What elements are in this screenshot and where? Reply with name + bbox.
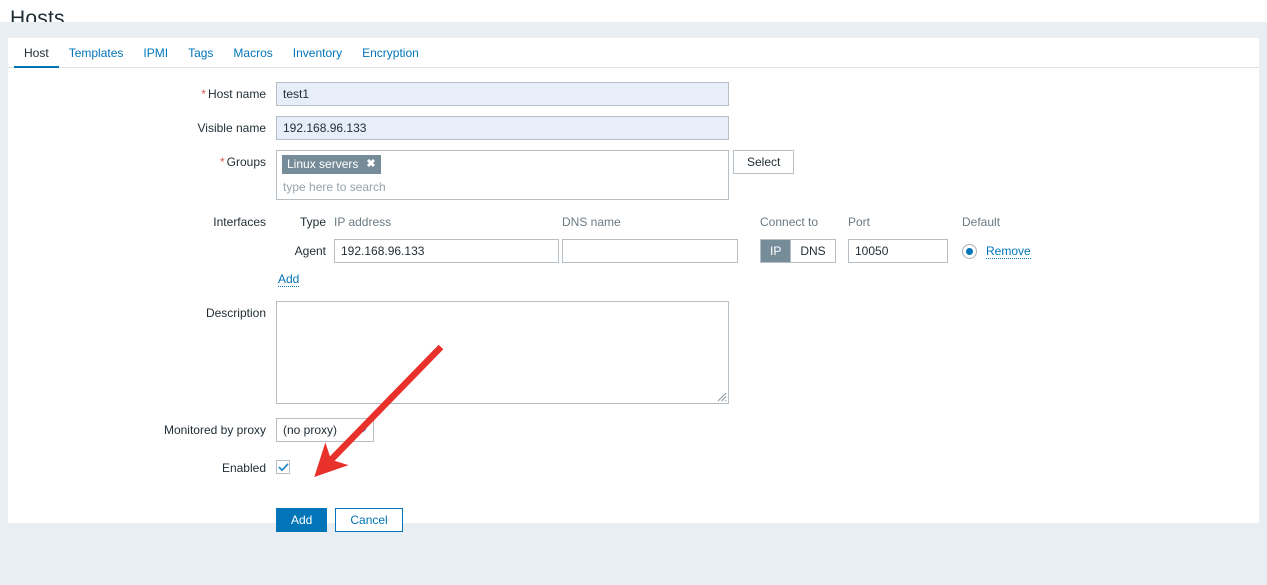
tab-tags[interactable]: Tags [178, 46, 223, 68]
visible-name-field-wrap [276, 116, 1259, 140]
interface-type-label: Agent [294, 244, 326, 258]
interface-dns-cell [562, 239, 742, 263]
field-row-description: Description [8, 301, 1259, 404]
field-row-visible-name: Visible name [8, 116, 1259, 140]
interfaces-add-row: Add [276, 272, 1259, 287]
page-header: Hosts [0, 0, 1267, 30]
host-name-field-wrap [276, 82, 1259, 106]
interface-port-cell [848, 239, 958, 263]
tab-templates[interactable]: Templates [59, 46, 134, 68]
required-marker: * [219, 155, 225, 169]
groups-select-button[interactable]: Select [733, 150, 795, 174]
close-x-icon[interactable]: ✖ [366, 158, 375, 170]
interfaces-table-header: Type IP address DNS name Connect to Port… [276, 210, 1259, 234]
interface-connect-to-cell: IP DNS [760, 239, 848, 263]
field-row-monitored-by-proxy: Monitored by proxy (no proxy) [8, 418, 1259, 442]
visible-name-label: Visible name [197, 121, 266, 135]
group-chip-label: Linux servers [287, 157, 359, 171]
interface-row: Agent IP DNS [276, 239, 1259, 263]
col-header-ip-address: IP address [334, 215, 392, 229]
tab-macros[interactable]: Macros [223, 46, 282, 68]
group-chip: Linux servers ✖ [282, 155, 381, 174]
form-footer-row: Add Cancel [8, 492, 1259, 532]
field-row-interfaces: Interfaces Type IP address DNS name Conn… [8, 210, 1259, 287]
groups-field-wrap: Linux servers ✖ type here to search Sele… [276, 150, 1259, 200]
interface-remove-link[interactable]: Remove [986, 244, 1031, 259]
interfaces-label: Interfaces [213, 215, 266, 229]
tab-inventory[interactable]: Inventory [283, 46, 352, 68]
groups-multiselect[interactable]: Linux servers ✖ type here to search [276, 150, 729, 200]
col-header-port: Port [848, 215, 871, 229]
interface-default-radio[interactable] [962, 243, 977, 259]
interface-add-link[interactable]: Add [278, 272, 300, 287]
groups-search-input[interactable]: type here to search [282, 177, 723, 196]
col-header-connect-to: Connect to [760, 215, 819, 229]
connect-to-option-ip[interactable]: IP [761, 240, 791, 262]
footer-buttons-wrap: Add Cancel [276, 492, 1259, 532]
enabled-field-wrap [276, 456, 1259, 474]
required-marker: * [201, 87, 206, 101]
host-name-input[interactable] [276, 82, 729, 106]
description-label: Description [205, 306, 266, 320]
col-header-type: Type [299, 215, 326, 229]
interfaces-field-wrap: Type IP address DNS name Connect to Port… [276, 210, 1259, 287]
field-row-groups: * Groups Linux servers ✖ type here to sea… [8, 150, 1259, 200]
interface-ip-input[interactable] [334, 239, 559, 263]
monitored-by-proxy-field-wrap: (no proxy) [276, 418, 1259, 442]
monitored-by-proxy-select[interactable]: (no proxy) [276, 418, 374, 442]
interface-port-input[interactable] [848, 239, 948, 263]
host-name-label-text: Host name [207, 87, 266, 101]
enabled-label: Enabled [221, 461, 266, 475]
host-config-tabs: Host Templates IPMI Tags Macros Inventor… [8, 38, 1259, 68]
interface-dns-input[interactable] [562, 239, 738, 263]
checkmark-icon [278, 462, 288, 471]
interface-ip-cell [334, 239, 562, 263]
host-form: *Host name Visible name *Groups Linux se… [8, 68, 1259, 532]
enabled-checkbox[interactable] [276, 460, 290, 474]
interface-default-cell: Remove [962, 243, 1052, 259]
cancel-button[interactable]: Cancel [335, 508, 403, 532]
visible-name-input[interactable] [276, 116, 729, 140]
tab-encryption[interactable]: Encryption [352, 46, 429, 68]
tab-host[interactable]: Host [14, 46, 59, 68]
host-form-card: Host Templates IPMI Tags Macros Inventor… [8, 38, 1259, 532]
field-row-enabled: Enabled [8, 456, 1259, 480]
description-textarea[interactable] [276, 301, 729, 404]
monitored-by-proxy-label: Monitored by proxy [163, 423, 266, 437]
groups-label: * Groups [8, 150, 276, 174]
connect-to-option-dns[interactable]: DNS [790, 240, 835, 262]
description-field-wrap [276, 301, 1259, 404]
connect-to-toggle[interactable]: IP DNS [760, 239, 836, 263]
col-header-default: Default [962, 215, 1001, 229]
tab-ipmi[interactable]: IPMI [133, 46, 178, 68]
field-row-host-name: * Host name [8, 82, 1259, 106]
host-name-label: * Host name [8, 82, 276, 106]
col-header-dns-name: DNS name [562, 215, 621, 229]
groups-label-text: Groups [226, 155, 266, 169]
submit-add-button[interactable]: Add [276, 508, 328, 532]
